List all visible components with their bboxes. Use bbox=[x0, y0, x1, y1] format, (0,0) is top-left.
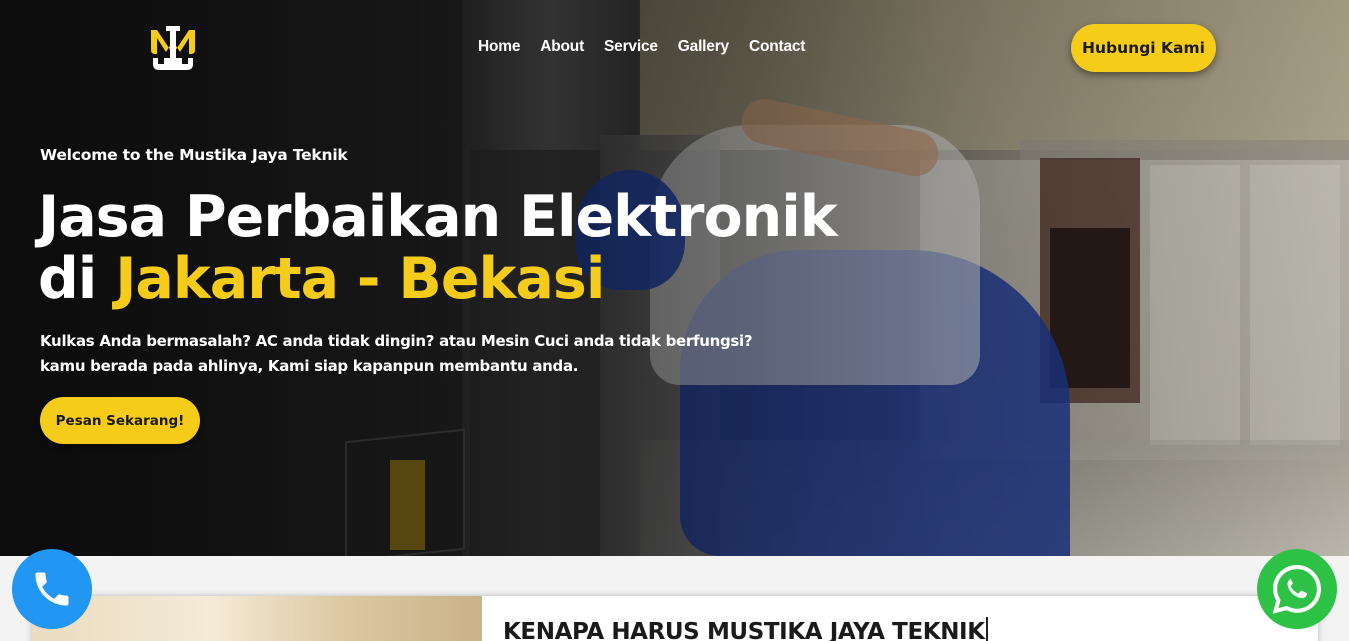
nav-contact-link[interactable]: Contact bbox=[749, 38, 805, 56]
text-cursor bbox=[985, 617, 988, 641]
hero-headline: Jasa Perbaikan Elektronik di Jakarta - B… bbox=[38, 184, 838, 312]
why-us-title-text: KENAPA HARUS MUSTIKA JAYA TEKNIK bbox=[503, 619, 985, 641]
phone-icon bbox=[35, 572, 69, 606]
whatsapp-icon bbox=[1272, 565, 1321, 614]
main-nav: Home About Service Gallery Contact bbox=[478, 38, 805, 56]
why-us-title: KENAPA HARUS MUSTIKA JAYA TEKNIK bbox=[503, 617, 988, 641]
hero-headline-highlight: Jakarta - Bekasi bbox=[115, 246, 605, 312]
nav-home-link[interactable]: Home bbox=[478, 38, 520, 56]
phone-float-button[interactable] bbox=[12, 549, 92, 629]
hero-description: Kulkas Anda bermasalah? AC anda tidak di… bbox=[40, 329, 753, 379]
hero-headline-line1: Jasa Perbaikan Elektronik bbox=[38, 184, 838, 250]
order-now-button[interactable]: Pesan Sekarang! bbox=[40, 397, 200, 444]
hero-welcome-text: Welcome to the Mustika Jaya Teknik bbox=[40, 146, 348, 164]
hero-description-line2: kamu berada pada ahlinya, Kami siap kapa… bbox=[40, 357, 579, 375]
nav-about-link[interactable]: About bbox=[540, 38, 584, 56]
hero-headline-prefix: di bbox=[38, 246, 97, 312]
nav-gallery-link[interactable]: Gallery bbox=[678, 38, 729, 56]
mjt-monogram-icon[interactable] bbox=[148, 24, 198, 72]
nav-service-link[interactable]: Service bbox=[604, 38, 658, 56]
contact-us-button[interactable]: Hubungi Kami bbox=[1071, 24, 1216, 72]
hero-description-line1: Kulkas Anda bermasalah? AC anda tidak di… bbox=[40, 332, 753, 350]
whatsapp-float-button[interactable] bbox=[1257, 549, 1337, 629]
why-us-image bbox=[32, 596, 482, 641]
